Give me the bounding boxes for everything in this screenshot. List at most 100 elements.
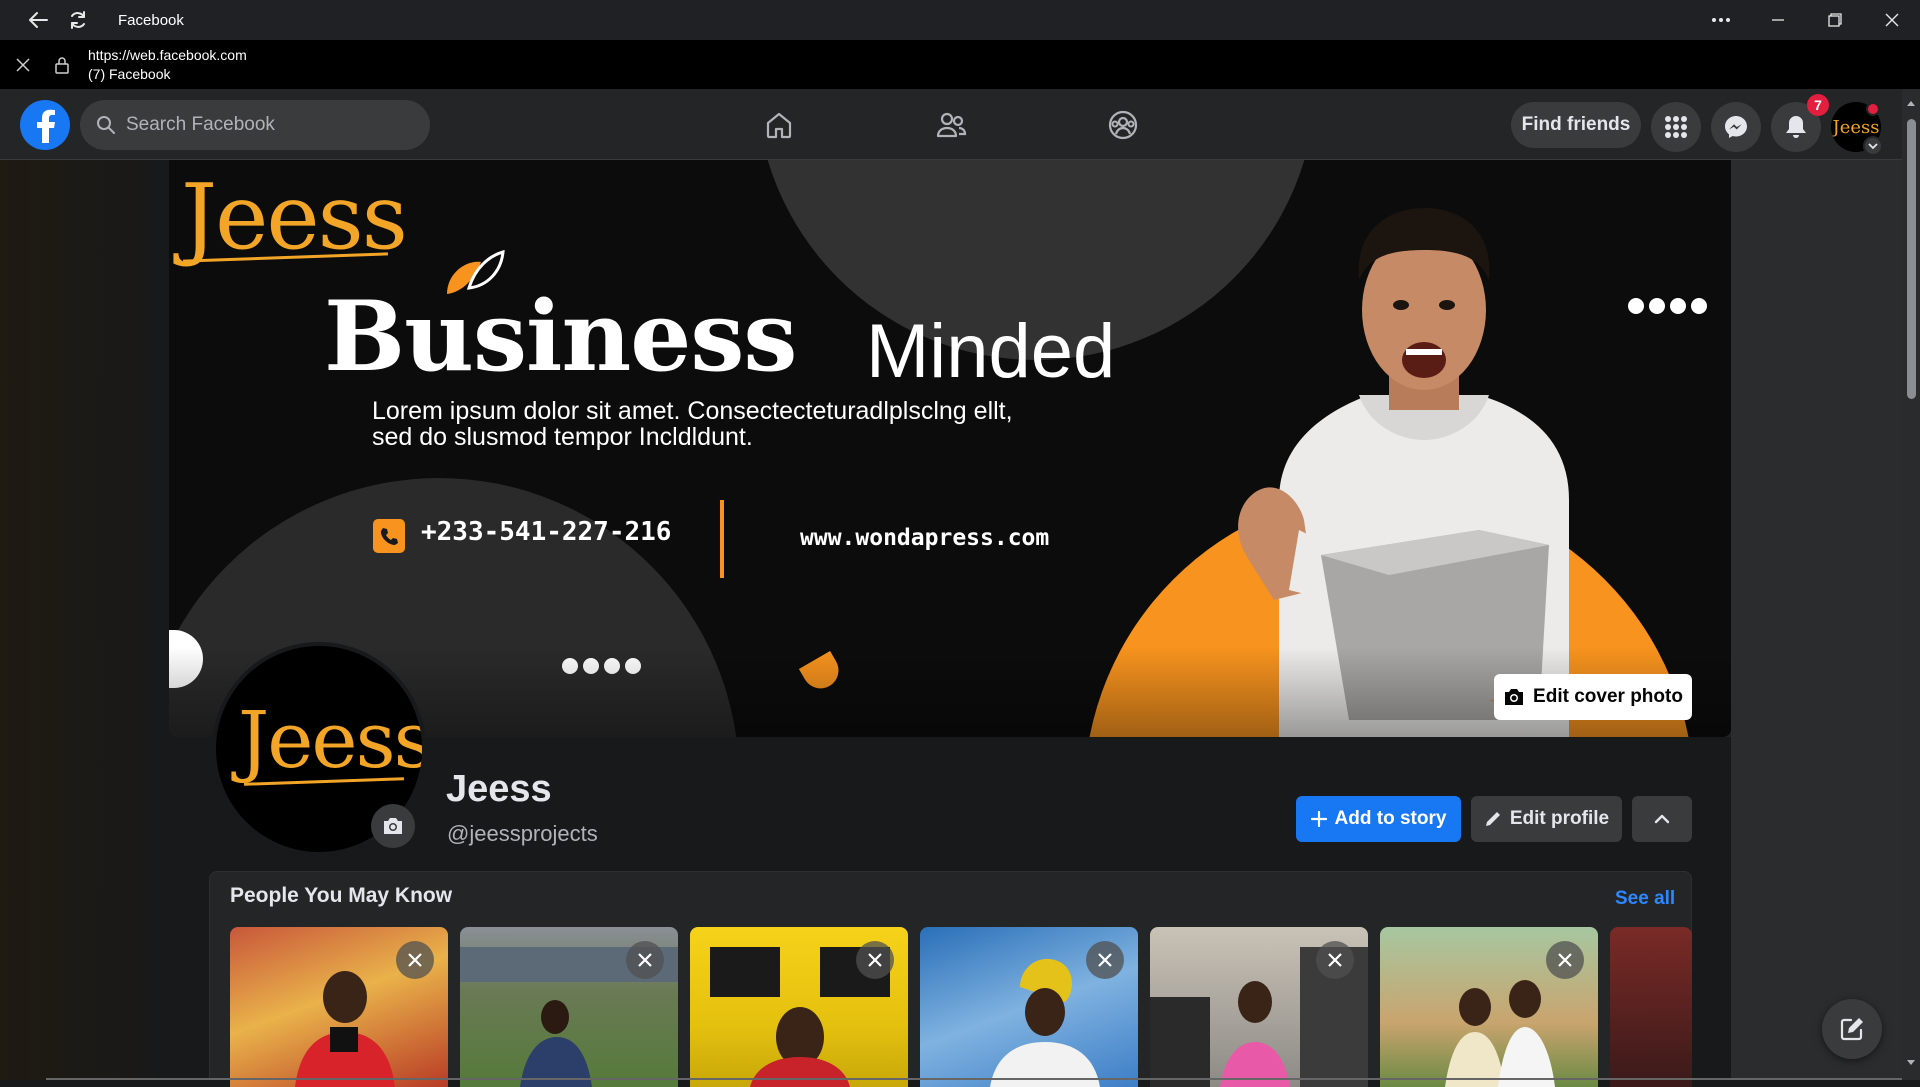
window-titlebar: Facebook bbox=[0, 0, 1920, 40]
edit-profile-button[interactable]: Edit profile bbox=[1471, 796, 1622, 842]
camera-icon bbox=[1505, 689, 1524, 705]
update-profile-picture-button[interactable] bbox=[371, 804, 415, 848]
vertical-scrollbar[interactable] bbox=[1902, 89, 1920, 1080]
cover-headline-light: Minded bbox=[866, 309, 1116, 394]
grid-menu-icon bbox=[1665, 116, 1687, 138]
suggestion-card[interactable] bbox=[1610, 927, 1692, 1087]
cover-phone-number: +233-541-227-216 bbox=[421, 517, 672, 547]
camera-icon bbox=[384, 818, 402, 834]
close-icon bbox=[1098, 953, 1112, 967]
notification-badge: 7 bbox=[1807, 94, 1829, 116]
cover-divider bbox=[720, 500, 724, 578]
minimize-button[interactable] bbox=[1749, 0, 1806, 40]
scrollbar-thumb[interactable] bbox=[1907, 119, 1916, 399]
cover-headline-bold: Business bbox=[324, 280, 797, 393]
cover-tagline: Lorem ipsum dolor sit amet. Consectectet… bbox=[372, 398, 1013, 450]
dismiss-suggestion-button[interactable] bbox=[856, 941, 894, 979]
edit-cover-photo-button[interactable]: Edit cover photo bbox=[1494, 674, 1692, 720]
close-icon bbox=[1558, 953, 1572, 967]
groups-icon bbox=[1108, 110, 1138, 139]
refresh-icon bbox=[71, 11, 85, 29]
cover-logo: Jeess bbox=[181, 165, 408, 270]
lock-icon bbox=[55, 56, 69, 74]
restore-button[interactable] bbox=[1806, 0, 1863, 40]
address-bar: https://web.facebook.com (7) Facebook bbox=[0, 40, 1920, 89]
suggestion-card[interactable] bbox=[920, 927, 1138, 1087]
cover-photo: Jeess Business Minded Lorem ipsum dolor … bbox=[169, 160, 1731, 737]
address-page-title: (7) Facebook bbox=[88, 65, 171, 82]
suggestion-card[interactable] bbox=[1380, 927, 1598, 1087]
edit-profile-label: Edit profile bbox=[1509, 808, 1610, 829]
page-left-gradient bbox=[0, 160, 169, 1080]
dismiss-suggestion-button[interactable] bbox=[396, 941, 434, 979]
close-window-button[interactable] bbox=[1863, 0, 1920, 40]
search-box[interactable] bbox=[80, 100, 430, 150]
messenger-icon bbox=[1725, 116, 1747, 138]
window-title: Facebook bbox=[118, 11, 184, 29]
close-icon bbox=[638, 953, 652, 967]
messenger-button[interactable] bbox=[1711, 102, 1761, 152]
scroll-up-icon bbox=[1907, 101, 1915, 106]
nav-home-tab[interactable] bbox=[724, 89, 834, 160]
page-right-panel bbox=[1731, 160, 1902, 1080]
account-menu-chevron[interactable] bbox=[1863, 136, 1883, 156]
lock-indicator[interactable] bbox=[46, 40, 78, 89]
new-message-button[interactable] bbox=[1822, 999, 1882, 1059]
stop-loading-button[interactable] bbox=[0, 40, 46, 89]
see-all-link[interactable]: See all bbox=[1615, 888, 1675, 910]
chevron-down-icon bbox=[1868, 143, 1878, 150]
close-icon bbox=[16, 57, 30, 72]
dismiss-suggestion-button[interactable] bbox=[626, 941, 664, 979]
avatar-logo-text: Jeess bbox=[1832, 116, 1880, 138]
add-to-story-button[interactable]: Add to story bbox=[1296, 796, 1461, 842]
bell-icon bbox=[1786, 116, 1806, 138]
address-url: https://web.facebook.com bbox=[88, 46, 247, 63]
suggestion-card[interactable] bbox=[690, 927, 908, 1087]
chevron-up-icon bbox=[1654, 814, 1670, 824]
home-icon bbox=[766, 112, 792, 138]
compose-icon bbox=[1840, 1018, 1863, 1041]
facebook-logo-button[interactable] bbox=[20, 100, 70, 150]
add-to-story-label: Add to story bbox=[1334, 808, 1447, 829]
search-icon bbox=[97, 116, 115, 134]
dismiss-suggestion-button[interactable] bbox=[1316, 941, 1354, 979]
dismiss-suggestion-button[interactable] bbox=[1086, 941, 1124, 979]
cover-website: www.wondapress.com bbox=[800, 525, 1050, 551]
suggestion-card[interactable] bbox=[460, 927, 678, 1087]
more-horizontal-icon bbox=[1711, 18, 1730, 22]
profile-name: Jeess bbox=[446, 768, 552, 810]
avatar-status-dot bbox=[1866, 102, 1880, 116]
find-friends-button[interactable]: Find friends bbox=[1511, 102, 1641, 148]
minimize-icon bbox=[1771, 19, 1784, 21]
more-options-button[interactable] bbox=[1692, 0, 1749, 40]
suggestion-card[interactable] bbox=[1150, 927, 1368, 1087]
facebook-f-icon bbox=[37, 109, 55, 143]
back-button[interactable] bbox=[18, 0, 58, 40]
nav-groups-tab[interactable] bbox=[1068, 89, 1178, 160]
restore-icon bbox=[1827, 13, 1842, 27]
cover-tagline-line: sed do slusmod tempor Incldldunt. bbox=[372, 423, 753, 451]
collapse-button[interactable] bbox=[1632, 796, 1692, 842]
scroll-down-icon bbox=[1907, 1060, 1915, 1065]
suggestion-card[interactable] bbox=[230, 927, 448, 1087]
friends-icon bbox=[936, 112, 967, 137]
address-text[interactable]: https://web.facebook.com (7) Facebook bbox=[88, 46, 247, 84]
cover-tagline-line: Lorem ipsum dolor sit amet. Consectectet… bbox=[372, 397, 1013, 425]
nav-friends-tab[interactable] bbox=[896, 89, 1006, 160]
phone-icon bbox=[373, 519, 405, 553]
profile-handle: @jeessprojects bbox=[447, 821, 598, 846]
edit-cover-label: Edit cover photo bbox=[1533, 686, 1683, 707]
notifications-button[interactable]: 7 bbox=[1771, 94, 1829, 152]
close-icon bbox=[1885, 13, 1898, 27]
close-icon bbox=[1328, 953, 1342, 967]
facebook-topbar: Find friends 7 Jeess bbox=[0, 89, 1920, 160]
plus-icon bbox=[1310, 811, 1327, 827]
close-icon bbox=[868, 953, 882, 967]
refresh-button[interactable] bbox=[58, 0, 98, 40]
search-input[interactable] bbox=[126, 114, 406, 136]
cover-dots-decoration bbox=[1628, 298, 1707, 314]
arrow-left-icon bbox=[29, 12, 48, 28]
menu-button[interactable] bbox=[1651, 102, 1701, 152]
dismiss-suggestion-button[interactable] bbox=[1546, 941, 1584, 979]
pymk-title: People You May Know bbox=[230, 884, 453, 907]
